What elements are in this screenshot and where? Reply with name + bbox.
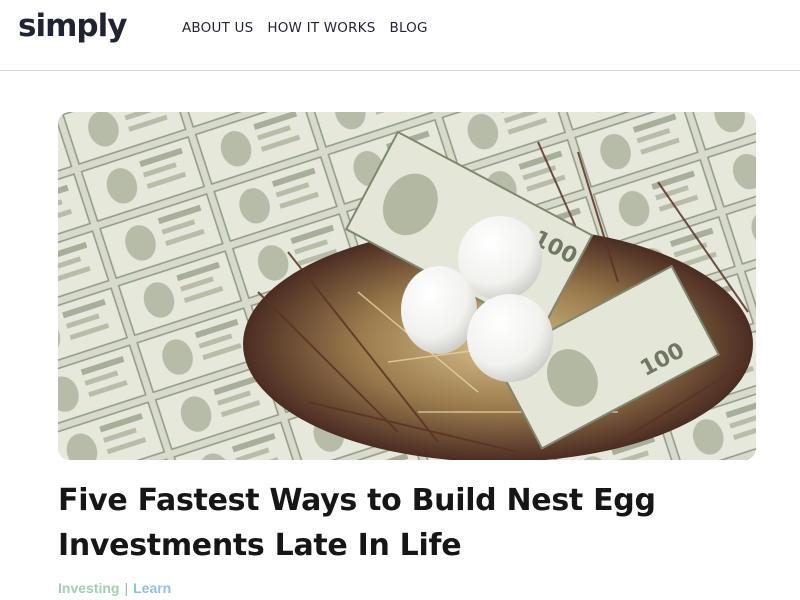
hero-image: 100 100 xyxy=(58,112,756,460)
main-nav: ABOUT US HOW IT WORKS BLOG xyxy=(182,20,428,36)
site-header: simply ABOUT US HOW IT WORKS BLOG xyxy=(0,0,800,71)
nav-blog[interactable]: BLOG xyxy=(389,20,427,36)
tag-learn[interactable]: Learn xyxy=(133,580,171,596)
article-title-line2: Investments Late In Life xyxy=(58,528,462,563)
egg xyxy=(467,294,553,382)
article-title-line1: Five Fastest Ways to Build Nest Egg xyxy=(58,483,656,518)
nav-about-us[interactable]: ABOUT US xyxy=(182,20,253,36)
nest-egg-money-illustration: 100 100 xyxy=(58,112,756,460)
nav-how-it-works[interactable]: HOW IT WORKS xyxy=(267,20,375,36)
tag-separator: | xyxy=(124,580,129,596)
article-tags: Investing | Learn xyxy=(58,580,171,596)
egg xyxy=(401,266,477,354)
tag-investing[interactable]: Investing xyxy=(58,580,119,596)
simply-logo[interactable]: simply xyxy=(18,8,127,44)
article-title: Five Fastest Ways to Build Nest Egg Inve… xyxy=(58,478,758,568)
